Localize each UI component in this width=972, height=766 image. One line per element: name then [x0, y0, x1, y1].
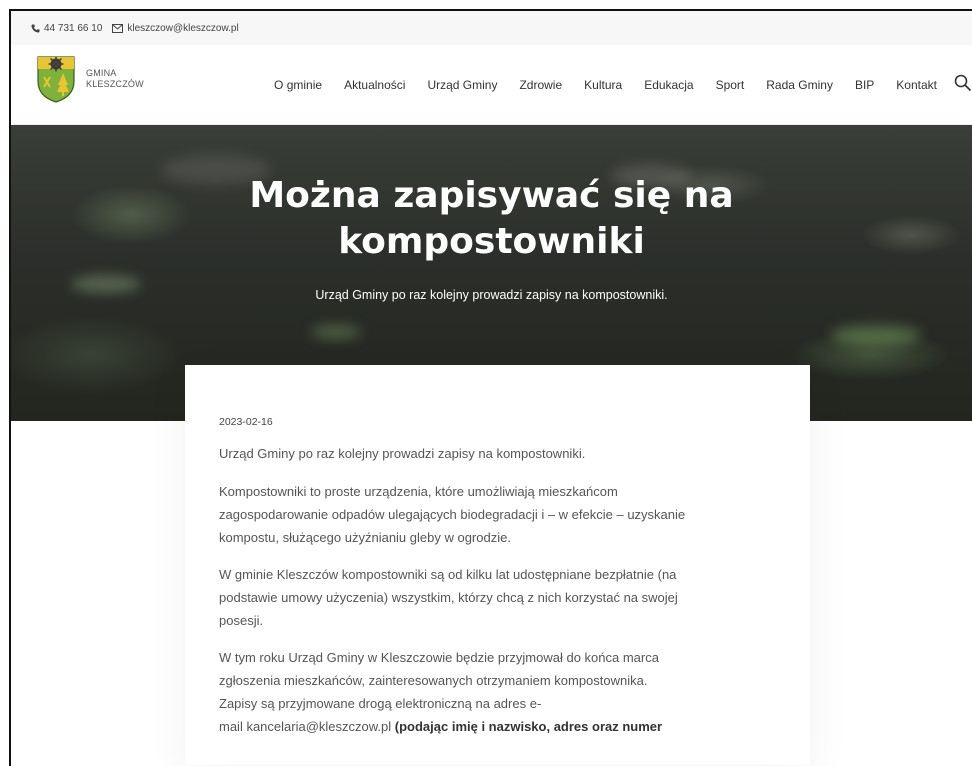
coat-of-arms-icon [37, 56, 75, 103]
hero-bokeh [831, 325, 921, 345]
main-navigation: O gminie Aktualności Urząd Gminy Zdrowie… [274, 45, 937, 125]
text-line: kompostu, służącego użyźnianiu gleby w o… [219, 530, 511, 545]
article-body: 2023-02-16 Urząd Gminy po raz kolejny pr… [219, 416, 779, 752]
text-line: podstawie umowy użyczenia) wszystkim, kt… [219, 590, 678, 605]
logo-line-1: GMINA [86, 68, 117, 78]
text-line: zagospodarowanie odpadów ulegających bio… [219, 507, 686, 522]
email-address: kleszczow@kleszczow.pl [127, 22, 239, 34]
nav-item-urzad-gminy[interactable]: Urząd Gminy [427, 78, 497, 92]
text-line: W tym roku Urząd Gminy w Kleszczowie będ… [219, 650, 659, 665]
nav-item-o-gminie[interactable]: O gminie [274, 78, 322, 92]
nav-item-kontakt[interactable]: Kontakt [896, 78, 937, 92]
text-line: mail [219, 719, 247, 734]
top-contact-bar: 44 731 66 10 kleszczow@kleszczow.pl [11, 11, 972, 45]
page-title: Można zapisywać się na kompostowniki [11, 173, 972, 265]
nav-item-bip[interactable]: BIP [855, 78, 874, 92]
logo-line-2: KLESZCZÓW [86, 79, 144, 89]
phone-number: 44 731 66 10 [44, 22, 103, 34]
nav-item-kultura[interactable]: Kultura [584, 78, 622, 92]
text-line: Zapisy są przyjmowane drogą elektroniczn… [219, 696, 542, 711]
email-contact[interactable]: kleszczow@kleszczow.pl [112, 22, 239, 34]
envelope-icon [112, 23, 124, 33]
article-paragraph-2: Kompostowniki to proste urządzenia, któr… [219, 480, 779, 549]
logo-text: GMINA KLESZCZÓW [86, 68, 144, 90]
nav-item-edukacja[interactable]: Edukacja [644, 78, 693, 92]
phone-contact[interactable]: 44 731 66 10 [31, 23, 102, 34]
article-lead: Urząd Gminy po raz kolejny prowadzi zapi… [219, 446, 586, 461]
article-date: 2023-02-16 [219, 416, 273, 428]
text-line: posesji. [219, 613, 264, 628]
site-header: GMINA KLESZCZÓW O gminie Aktualności Urz… [11, 45, 972, 125]
page-subtitle: Urząd Gminy po raz kolejny prowadzi zapi… [315, 288, 668, 302]
hero-bokeh [311, 325, 361, 339]
search-icon[interactable] [954, 74, 972, 92]
text-line: W gminie Kleszczów kompostowniki są od k… [219, 567, 677, 582]
nav-item-rada-gminy[interactable]: Rada Gminy [766, 78, 833, 92]
text-line: zgłoszenia mieszkańców, zainteresowanych… [219, 673, 648, 688]
bold-instruction: (podając imię i nazwisko, adres oraz num… [391, 719, 663, 734]
page-title-line-2: kompostowniki [338, 221, 645, 262]
page-title-line-1: Można zapisywać się na [249, 175, 734, 216]
nav-item-zdrowie[interactable]: Zdrowie [519, 78, 562, 92]
article-paragraph-3: W gminie Kleszczów kompostowniki są od k… [219, 563, 779, 632]
email-link[interactable]: kancelaria@kleszczow.pl [246, 719, 391, 734]
text-line: Kompostowniki to proste urządzenia, któr… [219, 484, 618, 499]
nav-item-aktualnosci[interactable]: Aktualności [344, 78, 405, 92]
nav-item-sport[interactable]: Sport [716, 78, 745, 92]
article-paragraph-4: W tym roku Urząd Gminy w Kleszczowie będ… [219, 646, 779, 738]
site-logo[interactable]: GMINA KLESZCZÓW [36, 55, 144, 103]
phone-icon [31, 23, 40, 33]
